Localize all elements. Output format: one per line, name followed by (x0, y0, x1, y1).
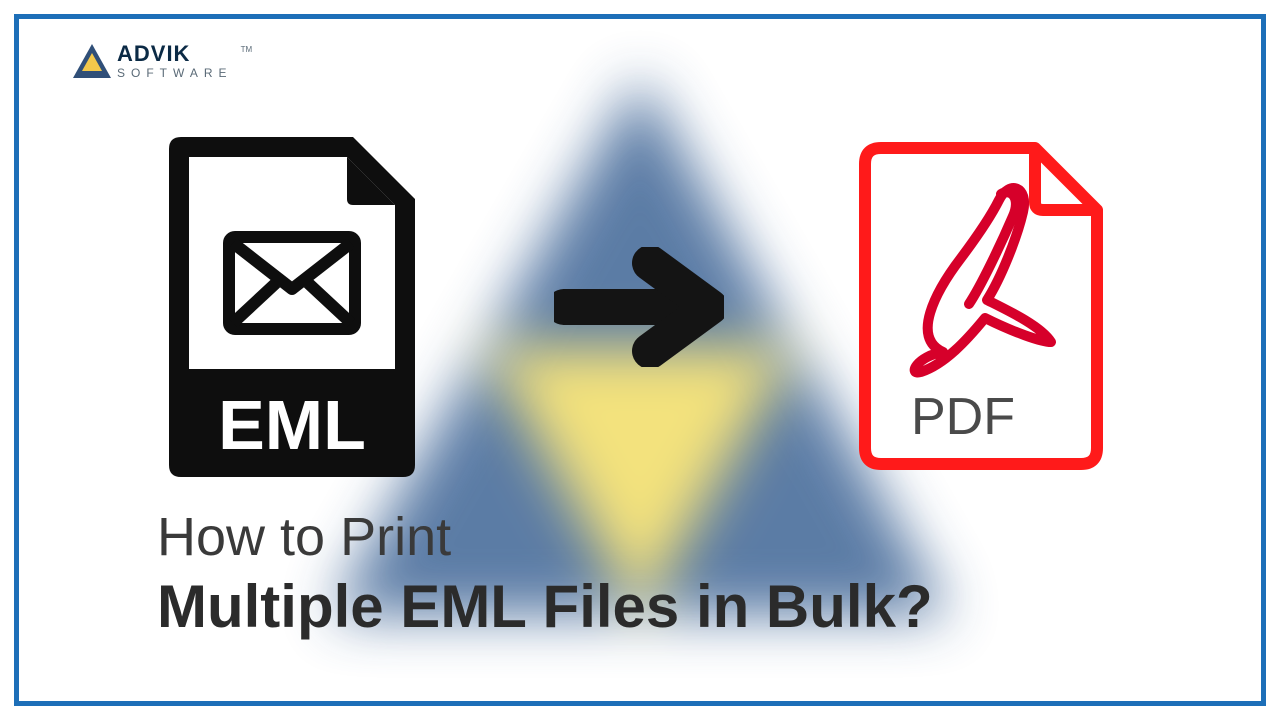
headline-line-2: Multiple EML Files in Bulk? (157, 572, 933, 641)
headline: How to Print Multiple EML Files in Bulk? (157, 506, 933, 641)
brand-name: ADVIK (117, 43, 233, 65)
eml-file-icon: EML (157, 137, 427, 477)
content-frame: ADVIK SOFTWARE TM EML (14, 14, 1266, 706)
logo-mark-icon (73, 44, 111, 78)
brand-logo: ADVIK SOFTWARE TM (73, 43, 252, 79)
brand-subtitle: SOFTWARE (117, 67, 233, 79)
headline-line-1: How to Print (157, 506, 933, 568)
arrow-right-icon (554, 247, 724, 367)
pdf-file-icon: PDF (851, 142, 1111, 472)
conversion-graphic: EML PDF (19, 137, 1261, 477)
pdf-label-text: PDF (911, 388, 1015, 446)
eml-label-text: EML (218, 386, 366, 464)
trademark-symbol: TM (241, 45, 253, 54)
